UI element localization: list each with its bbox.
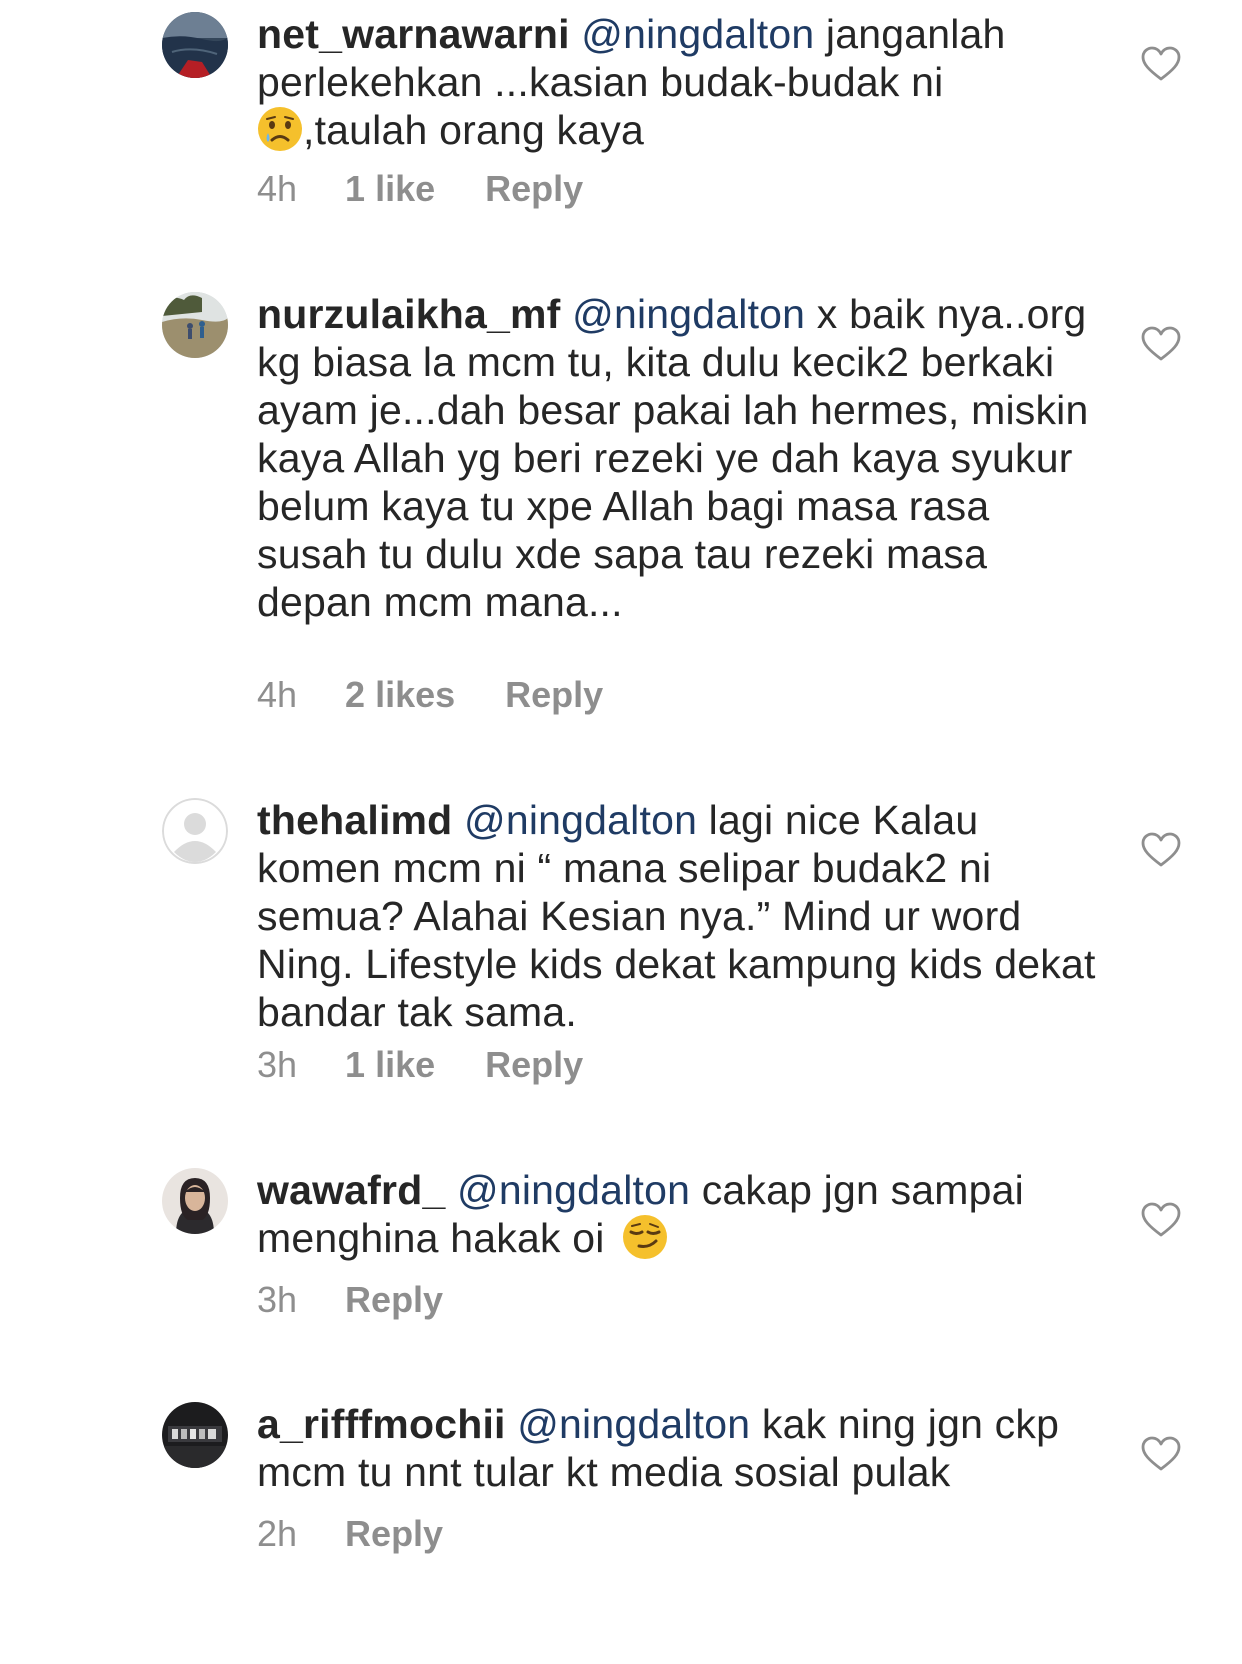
comment-text: thehalimd @ningdalton lagi nice Kalau ko… <box>257 796 1097 1036</box>
comment-likes[interactable]: 2 likes <box>345 674 455 716</box>
comment-time: 2h <box>257 1513 298 1554</box>
comment-meta: 3h Reply <box>257 1278 443 1322</box>
comment-mention[interactable]: @ningdalton <box>457 1167 690 1213</box>
comment-username[interactable]: thehalimd <box>257 797 452 843</box>
comment-mention[interactable]: @ningdalton <box>572 291 805 337</box>
heart-icon[interactable] <box>1141 1436 1181 1472</box>
comment-meta: 4h 1 like Reply <box>257 167 583 211</box>
comment-mention[interactable]: @ningdalton <box>581 11 814 57</box>
reply-button[interactable]: Reply <box>485 168 583 210</box>
avatar-image <box>162 1402 228 1468</box>
reply-button[interactable]: Reply <box>505 674 603 716</box>
avatar[interactable] <box>162 12 228 78</box>
comment-mention[interactable]: @ningdalton <box>517 1401 750 1447</box>
heart-icon[interactable] <box>1141 1202 1181 1238</box>
comment-meta: 4h 2 likes Reply <box>257 673 603 717</box>
comment-time: 3h <box>257 1044 298 1085</box>
reply-button[interactable]: Reply <box>345 1279 443 1321</box>
comment-mention[interactable]: @ningdalton <box>464 797 697 843</box>
comment-text: wawafrd_ @ningdalton cakap jgn sampai me… <box>257 1166 1097 1262</box>
comment-text: net_warnawarni @ningdalton janganlah per… <box>257 10 1097 154</box>
comment-username[interactable]: wawafrd_ <box>257 1167 445 1213</box>
heart-icon[interactable] <box>1141 46 1181 82</box>
avatar[interactable] <box>162 292 228 358</box>
comment-meta: 3h 1 like Reply <box>257 1043 583 1087</box>
avatar-image <box>162 292 228 358</box>
comment-body-continued: ,taulah orang kaya <box>303 107 644 153</box>
avatar[interactable] <box>162 1402 228 1468</box>
reply-button[interactable]: Reply <box>345 1513 443 1555</box>
comment-text: nurzulaikha_mf @ningdalton x baik nya..o… <box>257 290 1097 626</box>
comment-time: 4h <box>257 674 298 715</box>
comment-time: 3h <box>257 1279 298 1320</box>
avatar-image <box>162 1168 228 1234</box>
heart-icon[interactable] <box>1141 832 1181 868</box>
avatar[interactable] <box>162 798 228 864</box>
comment-likes[interactable]: 1 like <box>345 168 435 210</box>
avatar-image <box>162 12 228 78</box>
comment-username[interactable]: nurzulaikha_mf <box>257 291 561 337</box>
comment-username[interactable]: net_warnawarni <box>257 11 570 57</box>
sad-face-emoji <box>258 107 302 151</box>
comment-body: x baik nya..org kg biasa la mcm tu, kita… <box>257 291 1089 625</box>
heart-icon[interactable] <box>1141 326 1181 362</box>
avatar[interactable] <box>162 1168 228 1234</box>
comment-time: 4h <box>257 168 298 209</box>
comment-item: net_warnawarni @ningdalton janganlah per… <box>0 0 1242 260</box>
comment-likes[interactable]: 1 like <box>345 1044 435 1086</box>
comment-username[interactable]: a_rifffmochii <box>257 1401 506 1447</box>
comment-text: a_rifffmochii @ningdalton kak ning jgn c… <box>257 1400 1097 1496</box>
reply-button[interactable]: Reply <box>485 1044 583 1086</box>
default-avatar-icon <box>162 798 228 864</box>
comment-meta: 2h Reply <box>257 1512 443 1556</box>
smirk-face-emoji <box>623 1215 668 1259</box>
